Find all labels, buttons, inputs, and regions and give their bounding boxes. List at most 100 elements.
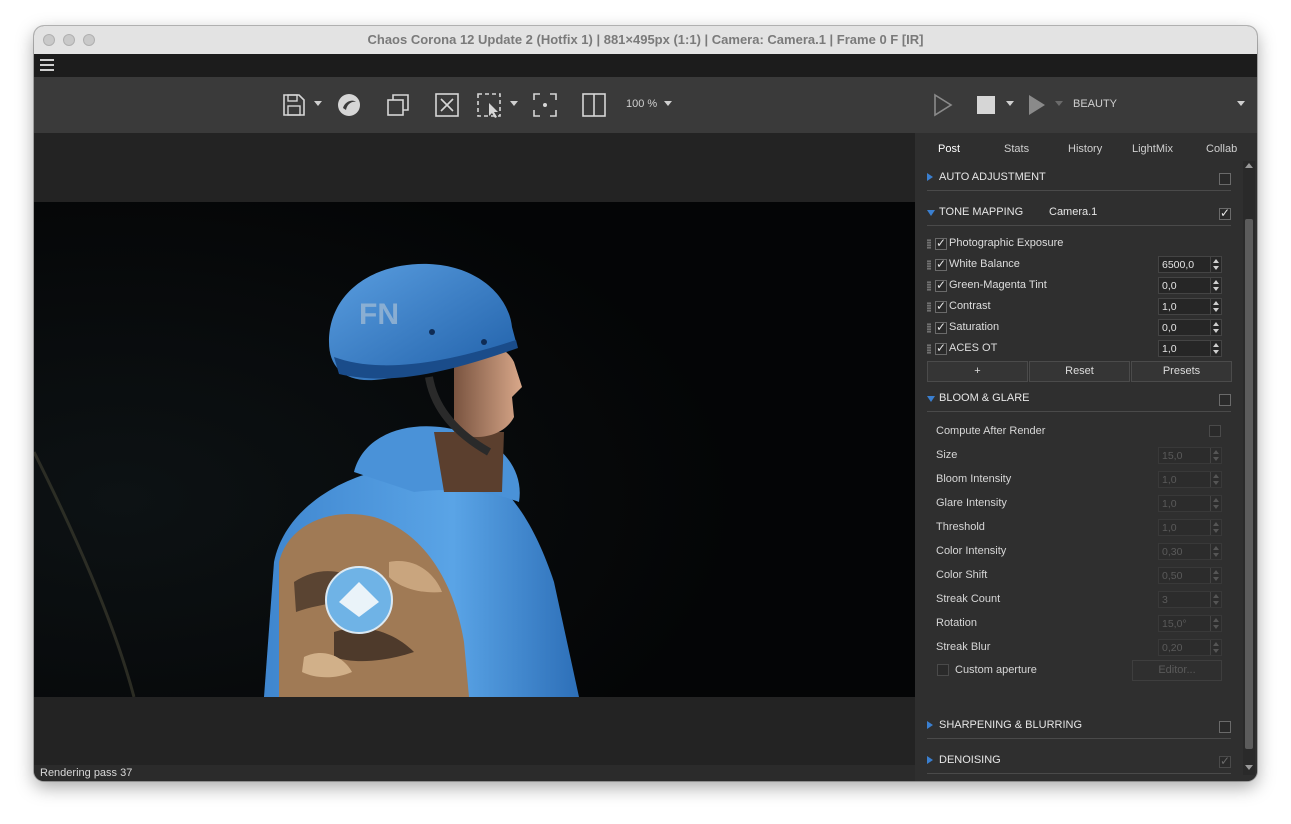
spinner-arrows-icon[interactable] — [1210, 278, 1221, 293]
spinner-arrows-icon[interactable] — [1210, 299, 1221, 314]
operator-row[interactable]: ACES OT 1,0 — [927, 339, 1231, 359]
spinner-arrows-icon[interactable] — [1210, 544, 1221, 559]
spinner-arrows-icon[interactable] — [1210, 520, 1221, 535]
denoising-header[interactable]: DENOISING — [927, 751, 1231, 774]
operator-checkbox[interactable] — [935, 278, 947, 292]
operator-checkbox[interactable] — [935, 320, 947, 334]
scrollbar-thumb[interactable] — [1245, 219, 1253, 749]
denoising-checkbox[interactable] — [1219, 754, 1231, 768]
threshold-spinner[interactable]: 1,0 — [1158, 519, 1222, 536]
tab-stats[interactable]: Stats — [1004, 143, 1029, 155]
spinner-arrows-icon[interactable] — [1210, 616, 1221, 631]
streak-blur-spinner[interactable]: 0,20 — [1158, 639, 1222, 656]
tint-spinner[interactable]: 0,0 — [1158, 277, 1222, 294]
spinner-arrows-icon[interactable] — [1210, 448, 1221, 463]
size-spinner[interactable]: 15,0 — [1158, 447, 1222, 464]
spinner-arrows-icon[interactable] — [1210, 592, 1221, 607]
region-dropdown-caret-icon[interactable] — [510, 101, 518, 106]
operator-row[interactable]: Green-Magenta Tint 0,0 — [927, 276, 1231, 296]
collapsed-arrow-icon — [927, 173, 933, 181]
scroll-down-arrow-icon[interactable] — [1245, 765, 1253, 770]
auto-adjustment-header[interactable]: AUTO ADJUSTMENT — [927, 168, 1231, 191]
saturation-spinner[interactable]: 0,0 — [1158, 319, 1222, 336]
drag-handle-icon[interactable] — [927, 260, 931, 270]
bloom-glare-checkbox[interactable] — [1219, 394, 1231, 406]
zoom-level-label[interactable]: 100 % — [626, 98, 657, 110]
drag-handle-icon[interactable] — [927, 302, 931, 312]
render-pass-dropdown-caret-icon[interactable] — [1237, 101, 1245, 106]
operator-row[interactable]: Contrast 1,0 — [927, 297, 1231, 317]
stop-render-icon[interactable] — [972, 91, 1000, 119]
operator-checkbox[interactable] — [935, 341, 947, 355]
param-label: Glare Intensity — [936, 497, 1007, 509]
clear-image-icon[interactable] — [433, 91, 461, 119]
aperture-editor-button[interactable]: Editor... — [1132, 660, 1222, 681]
presets-button[interactable]: Presets — [1131, 361, 1232, 382]
render-viewport[interactable]: FN — [34, 133, 915, 765]
corona-logo-icon[interactable] — [335, 91, 363, 119]
region-select-icon[interactable] — [475, 91, 503, 119]
sharpening-checkbox[interactable] — [1219, 721, 1231, 733]
focus-icon[interactable] — [531, 91, 559, 119]
tone-mapping-checkbox[interactable] — [1219, 206, 1231, 220]
drag-handle-icon[interactable] — [927, 323, 931, 333]
expanded-arrow-icon — [927, 396, 935, 402]
spinner-arrows-icon[interactable] — [1210, 320, 1221, 335]
param-label: Color Intensity — [936, 545, 1007, 557]
render-pass-select[interactable]: BEAUTY — [1073, 98, 1117, 110]
operator-row[interactable]: Photographic Exposure — [927, 234, 1231, 254]
resume-dropdown-caret-icon[interactable] — [1055, 101, 1063, 106]
sharpening-header[interactable]: SHARPENING & BLURRING — [927, 716, 1231, 739]
operator-row[interactable]: Saturation 0,0 — [927, 318, 1231, 338]
drag-handle-icon[interactable] — [927, 239, 931, 249]
tone-mapping-header[interactable]: TONE MAPPING Camera.1 — [927, 203, 1231, 226]
white-balance-spinner[interactable]: 6500,0 — [1158, 256, 1222, 273]
spinner-arrows-icon[interactable] — [1210, 568, 1221, 583]
tab-history[interactable]: History — [1068, 143, 1102, 155]
operator-checkbox[interactable] — [935, 299, 947, 313]
aces-ot-spinner[interactable]: 1,0 — [1158, 340, 1222, 357]
color-shift-spinner[interactable]: 0,50 — [1158, 567, 1222, 584]
rotation-spinner[interactable]: 15,0° — [1158, 615, 1222, 632]
color-intensity-spinner[interactable]: 0,30 — [1158, 543, 1222, 560]
panel-scrollbar[interactable] — [1243, 161, 1255, 775]
compute-after-render-checkbox[interactable] — [1209, 425, 1221, 437]
soldier-render-image: FN — [34, 202, 915, 697]
custom-aperture-checkbox[interactable] — [937, 664, 949, 676]
drag-handle-icon[interactable] — [927, 281, 931, 291]
glare-intensity-spinner[interactable]: 1,0 — [1158, 495, 1222, 512]
hamburger-menu-icon[interactable] — [40, 59, 54, 71]
spinner-arrows-icon[interactable] — [1210, 257, 1221, 272]
add-operator-button[interactable]: + — [927, 361, 1028, 382]
bloom-glare-header[interactable]: BLOOM & GLARE — [927, 389, 1231, 412]
spinner-arrows-icon[interactable] — [1210, 496, 1221, 511]
zoom-dropdown-caret-icon[interactable] — [664, 101, 672, 106]
operator-checkbox[interactable] — [935, 236, 947, 250]
save-icon[interactable] — [280, 91, 308, 119]
auto-adjustment-checkbox[interactable] — [1219, 173, 1231, 185]
operator-row[interactable]: White Balance 6500,0 — [927, 255, 1231, 275]
streak-count-spinner[interactable]: 3 — [1158, 591, 1222, 608]
spinner-arrows-icon[interactable] — [1210, 640, 1221, 655]
operator-checkbox[interactable] — [935, 257, 947, 271]
tone-mapping-title: TONE MAPPING — [939, 206, 1024, 218]
scroll-up-arrow-icon[interactable] — [1245, 163, 1253, 168]
tab-collab[interactable]: Collab — [1206, 143, 1237, 155]
title-bar: Chaos Corona 12 Update 2 (Hotfix 1) | 88… — [34, 26, 1257, 55]
stop-dropdown-caret-icon[interactable] — [1006, 101, 1014, 106]
vfb-window: Chaos Corona 12 Update 2 (Hotfix 1) | 88… — [34, 26, 1257, 781]
tab-lightmix[interactable]: LightMix — [1132, 143, 1173, 155]
drag-handle-icon[interactable] — [927, 344, 931, 354]
copy-icon[interactable] — [384, 91, 412, 119]
reset-button[interactable]: Reset — [1029, 361, 1130, 382]
compare-icon[interactable] — [580, 91, 608, 119]
tab-post[interactable]: Post — [938, 143, 960, 155]
resume-render-icon[interactable] — [1023, 91, 1051, 119]
rendered-image[interactable]: FN — [34, 202, 915, 697]
start-render-icon[interactable] — [929, 91, 957, 119]
spinner-arrows-icon[interactable] — [1210, 472, 1221, 487]
spinner-arrows-icon[interactable] — [1210, 341, 1221, 356]
contrast-spinner[interactable]: 1,0 — [1158, 298, 1222, 315]
bloom-intensity-spinner[interactable]: 1,0 — [1158, 471, 1222, 488]
save-dropdown-caret-icon[interactable] — [314, 101, 322, 106]
